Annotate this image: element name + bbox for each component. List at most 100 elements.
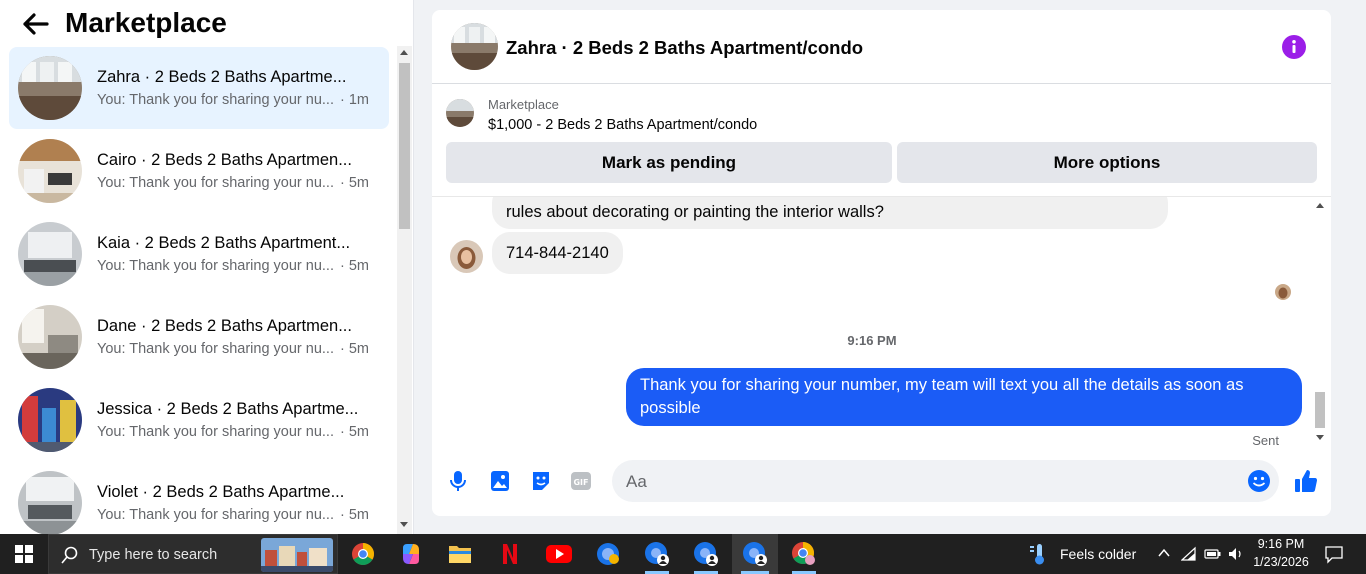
conversation-time: · 5m bbox=[340, 257, 369, 274]
message-text: Thank you for sharing your number, my te… bbox=[640, 376, 1244, 394]
conversation-sidebar: Marketplace Zahra · 2 Beds 2 Baths Apart… bbox=[0, 0, 414, 534]
windows-start-icon[interactable] bbox=[15, 545, 33, 563]
file-explorer-icon[interactable] bbox=[438, 534, 482, 574]
conversation-preview: You: Thank you for sharing your nu... bbox=[97, 340, 334, 357]
more-options-button[interactable]: More options bbox=[897, 142, 1317, 183]
wifi-icon[interactable] bbox=[1180, 546, 1197, 562]
thumbs-up-icon[interactable] bbox=[1293, 468, 1319, 494]
mark-as-pending-button[interactable]: Mark as pending bbox=[446, 142, 892, 183]
chat-title: Zahra · 2 Beds 2 Baths Apartment/condo bbox=[506, 37, 864, 58]
youtube-icon[interactable] bbox=[537, 534, 581, 574]
message-text: possible bbox=[640, 399, 701, 417]
conversation-time: · 5m bbox=[340, 174, 369, 191]
clock-time[interactable]: 9:16 PM bbox=[1256, 537, 1306, 551]
taskbar-search[interactable]: Type here to search bbox=[48, 534, 338, 574]
listing-avatar bbox=[18, 56, 82, 120]
chrome-user-icon[interactable] bbox=[684, 534, 728, 574]
scroll-down-arrow-icon[interactable] bbox=[400, 522, 408, 527]
marketplace-listing-bar: Marketplace $1,000 - 2 Beds 2 Baths Apar… bbox=[432, 84, 1331, 196]
conversation-name: Dane · 2 Beds 2 Baths Apartmen... bbox=[97, 316, 352, 335]
incoming-message: 714-844-2140 bbox=[492, 232, 623, 274]
battery-icon[interactable] bbox=[1204, 547, 1222, 561]
conversation-name: Cairo · 2 Beds 2 Baths Apartmen... bbox=[97, 150, 352, 169]
sent-status: Sent bbox=[1252, 433, 1279, 448]
chrome-icon[interactable] bbox=[341, 534, 385, 574]
conversation-list: Zahra · 2 Beds 2 Baths Apartme... You: T… bbox=[9, 47, 389, 534]
message-text: 714-844-2140 bbox=[506, 244, 609, 262]
scroll-up-arrow-icon[interactable] bbox=[1316, 203, 1324, 208]
listing-avatar bbox=[18, 221, 82, 286]
scrollbar-thumb[interactable] bbox=[399, 63, 410, 229]
conversation-preview: You: Thank you for sharing your nu... bbox=[97, 257, 334, 274]
chat-header: Zahra · 2 Beds 2 Baths Apartment/condo bbox=[432, 10, 1331, 84]
search-icon bbox=[61, 546, 79, 564]
listing-price-title[interactable]: $1,000 - 2 Beds 2 Baths Apartment/condo bbox=[488, 117, 757, 133]
chrome-icon[interactable] bbox=[782, 534, 826, 574]
listing-thumbnail[interactable] bbox=[446, 99, 474, 127]
conversation-preview: You: Thank you for sharing your nu... bbox=[97, 506, 334, 523]
microphone-icon[interactable] bbox=[446, 469, 470, 493]
weather-thermometer-icon[interactable] bbox=[1028, 542, 1050, 566]
info-icon[interactable] bbox=[1282, 35, 1306, 59]
chevron-up-icon[interactable] bbox=[1157, 546, 1171, 560]
message-scrollbar[interactable] bbox=[1312, 196, 1327, 450]
sender-avatar bbox=[450, 240, 483, 273]
message-thread: rules about decorating or painting the i… bbox=[432, 196, 1331, 450]
sidebar-header: Marketplace bbox=[0, 0, 413, 46]
conversation-item[interactable]: Jessica · 2 Beds 2 Baths Apartme... You:… bbox=[9, 378, 389, 461]
photo-icon[interactable] bbox=[488, 469, 512, 493]
copilot-icon[interactable] bbox=[389, 534, 433, 574]
listing-avatar bbox=[18, 387, 82, 452]
back-arrow-icon[interactable] bbox=[22, 10, 50, 38]
listing-avatar bbox=[18, 470, 82, 534]
windows-taskbar: Type here to search Feels colder 9:16 PM… bbox=[0, 534, 1366, 574]
conversation-preview: You: Thank you for sharing your nu... bbox=[97, 423, 334, 440]
listing-avatar bbox=[18, 138, 82, 203]
gif-icon[interactable]: GIF bbox=[569, 469, 593, 493]
conversation-time: · 5m bbox=[340, 340, 369, 357]
notification-icon[interactable] bbox=[1324, 544, 1344, 564]
conversation-name: Zahra · 2 Beds 2 Baths Apartme... bbox=[97, 68, 347, 86]
netflix-icon[interactable] bbox=[488, 534, 532, 574]
conversation-name: Kaia · 2 Beds 2 Baths Apartment... bbox=[97, 233, 351, 252]
conversation-name: Violet · 2 Beds 2 Baths Apartme... bbox=[97, 482, 345, 501]
emoji-icon[interactable] bbox=[1247, 469, 1271, 493]
search-placeholder: Type here to search bbox=[89, 547, 218, 563]
message-text: rules about decorating or painting the i… bbox=[506, 203, 884, 221]
conversation-item[interactable]: Zahra · 2 Beds 2 Baths Apartme... You: T… bbox=[9, 47, 389, 129]
marketplace-label: Marketplace bbox=[488, 97, 559, 112]
read-receipt-avatar bbox=[1275, 284, 1291, 300]
svg-text:GIF: GIF bbox=[573, 478, 588, 487]
conversation-time: · 5m bbox=[340, 423, 369, 440]
conversation-time: · 1m bbox=[340, 92, 369, 108]
conversation-item[interactable]: Violet · 2 Beds 2 Baths Apartme... You: … bbox=[9, 461, 389, 534]
conversation-item[interactable]: Kaia · 2 Beds 2 Baths Apartment... You: … bbox=[9, 212, 389, 295]
search-highlight-image[interactable] bbox=[261, 538, 333, 572]
incoming-message: rules about decorating or painting the i… bbox=[492, 197, 1168, 229]
scroll-down-arrow-icon[interactable] bbox=[1316, 435, 1324, 440]
clock-date[interactable]: 1/23/2026 bbox=[1250, 555, 1312, 569]
weather-text[interactable]: Feels colder bbox=[1060, 546, 1136, 562]
conversation-name: Jessica · 2 Beds 2 Baths Apartme... bbox=[97, 399, 359, 418]
conversation-preview: You: Thank you for sharing your nu... bbox=[97, 92, 334, 108]
outgoing-message: Thank you for sharing your number, my te… bbox=[626, 368, 1302, 426]
chrome-profile-icon[interactable] bbox=[586, 534, 630, 574]
sidebar-scrollbar[interactable] bbox=[397, 46, 412, 534]
conversation-item[interactable]: Cairo · 2 Beds 2 Baths Apartmen... You: … bbox=[9, 129, 389, 212]
chat-panel: Zahra · 2 Beds 2 Baths Apartment/condo M… bbox=[432, 10, 1331, 516]
conversation-item[interactable]: Dane · 2 Beds 2 Baths Apartmen... You: T… bbox=[9, 295, 389, 378]
conversation-time: · 5m bbox=[340, 506, 369, 523]
chrome-user-icon[interactable] bbox=[732, 534, 778, 574]
sticker-icon[interactable] bbox=[529, 469, 553, 493]
scrollbar-thumb[interactable] bbox=[1315, 392, 1325, 428]
chrome-user-icon[interactable] bbox=[635, 534, 679, 574]
listing-avatar bbox=[18, 304, 82, 369]
message-composer: GIF Aa bbox=[432, 450, 1331, 516]
chat-avatar[interactable] bbox=[451, 23, 498, 70]
message-input[interactable]: Aa bbox=[612, 460, 1279, 502]
sidebar-title: Marketplace bbox=[65, 7, 227, 38]
message-timestamp: 9:16 PM bbox=[847, 333, 897, 348]
volume-icon[interactable] bbox=[1228, 546, 1244, 562]
conversation-preview: You: Thank you for sharing your nu... bbox=[97, 174, 334, 191]
scroll-up-arrow-icon[interactable] bbox=[400, 50, 408, 55]
